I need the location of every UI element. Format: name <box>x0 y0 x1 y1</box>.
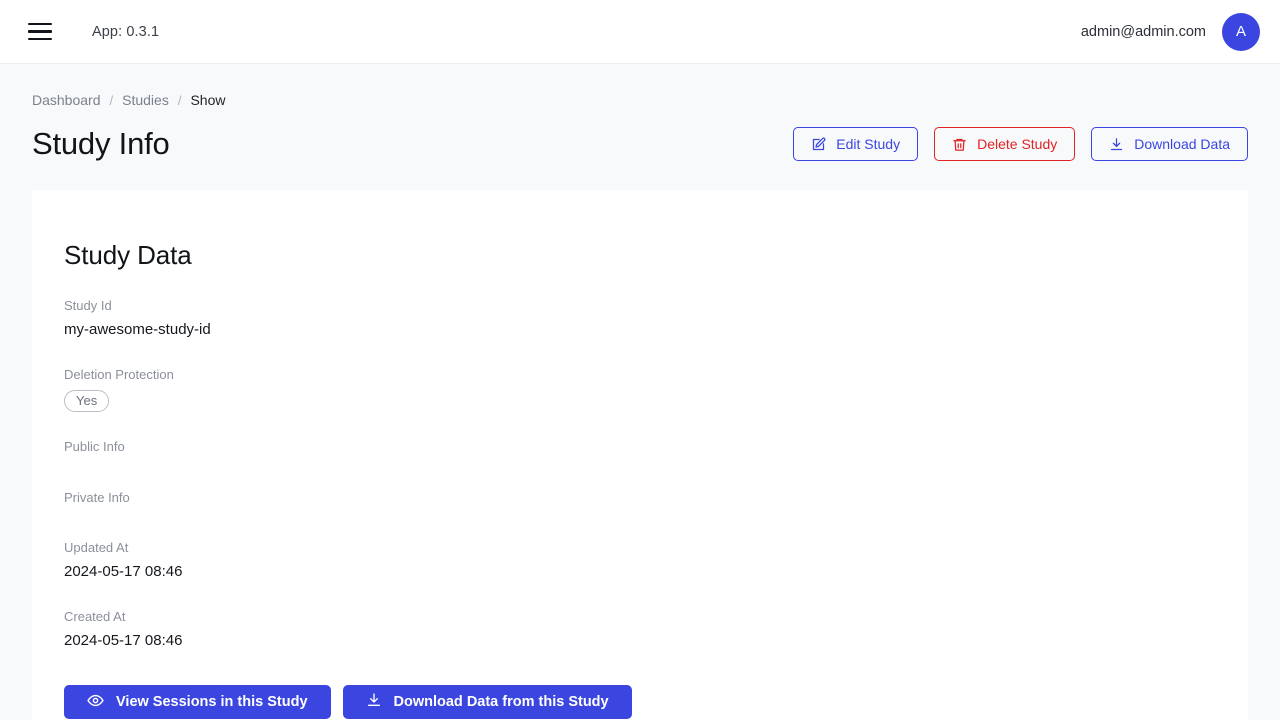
download-data-label: Download Data <box>1134 136 1230 152</box>
field-created-at: Created At 2024-05-17 08:46 <box>64 608 1216 651</box>
field-deletion-protection: Deletion Protection Yes <box>64 366 1216 413</box>
delete-study-button[interactable]: Delete Study <box>934 127 1076 161</box>
breadcrumb-item-studies[interactable]: Studies <box>122 92 169 108</box>
field-value: 2024-05-17 08:46 <box>64 632 183 650</box>
download-icon <box>1109 137 1124 152</box>
study-data-title: Study Data <box>64 240 192 270</box>
edit-pencil-icon <box>811 137 826 152</box>
field-public-info: Public Info <box>64 438 1216 462</box>
field-label: Public Info <box>64 439 125 455</box>
hamburger-bar <box>28 37 52 41</box>
hamburger-bar <box>28 22 52 26</box>
field-label: Created At <box>64 608 126 624</box>
breadcrumb-separator: / <box>109 92 114 108</box>
user-email-label: admin@admin.com <box>1080 23 1206 40</box>
app-version-label: App: 0.3.1 <box>92 23 160 40</box>
delete-study-label: Delete Study <box>977 136 1058 152</box>
page-header: Study Info Edit Study Delete Study Downl… <box>32 126 1248 162</box>
trash-icon <box>952 137 967 152</box>
page-action-buttons: Edit Study Delete Study Download Data <box>793 127 1248 161</box>
field-label: Deletion Protection <box>64 367 174 383</box>
breadcrumb-item-show: Show <box>190 92 226 108</box>
breadcrumb-separator: / <box>177 92 182 108</box>
page-title: Study Info <box>32 126 170 161</box>
hamburger-menu-icon[interactable] <box>20 12 60 52</box>
edit-study-button[interactable]: Edit Study <box>793 127 919 161</box>
page-container: Dashboard / Studies / Show Study Info Ed… <box>0 64 1280 720</box>
study-cta-buttons: View Sessions in this Study Download Dat… <box>64 685 1216 720</box>
status-badge: Yes <box>64 390 110 413</box>
topbar-right-group: admin@admin.com A <box>1080 12 1260 51</box>
field-value: 2024-05-17 08:46 <box>64 562 183 580</box>
breadcrumb-item-dashboard[interactable]: Dashboard <box>32 92 101 108</box>
download-icon <box>366 692 382 712</box>
hamburger-bar <box>28 30 52 33</box>
field-label: Updated At <box>64 539 129 555</box>
download-study-data-label: Download Data from this Study <box>393 694 609 711</box>
field-private-info: Private Info <box>64 489 1216 513</box>
view-sessions-button[interactable]: View Sessions in this Study <box>64 685 331 720</box>
field-label: Private Info <box>64 489 130 505</box>
avatar[interactable]: A <box>1222 12 1260 51</box>
eye-icon <box>87 692 104 713</box>
field-value <box>64 507 1216 513</box>
view-sessions-label: View Sessions in this Study <box>116 694 308 711</box>
field-value <box>64 457 1216 463</box>
top-app-bar: App: 0.3.1 admin@admin.com A <box>0 0 1280 64</box>
field-study-id: Study Id my-awesome-study-id <box>64 297 1216 340</box>
download-data-button[interactable]: Download Data <box>1091 127 1248 161</box>
download-study-data-button[interactable]: Download Data from this Study <box>342 685 632 720</box>
breadcrumb: Dashboard / Studies / Show <box>32 64 1248 108</box>
field-updated-at: Updated At 2024-05-17 08:46 <box>64 539 1216 582</box>
field-label: Study Id <box>64 298 112 313</box>
edit-study-label: Edit Study <box>836 136 901 152</box>
field-value: my-awesome-study-id <box>64 321 211 339</box>
study-data-card: Study Data Study Id my-awesome-study-id … <box>32 190 1248 720</box>
